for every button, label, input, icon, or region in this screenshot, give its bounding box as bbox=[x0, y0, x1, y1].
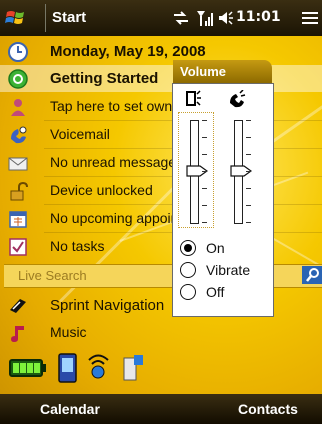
device-volume-icon bbox=[186, 90, 201, 106]
today-screen: Start 11:01 Monday, May 19, 2008 Getting… bbox=[0, 0, 322, 424]
phone-icon[interactable] bbox=[56, 352, 80, 384]
radio-vibrate-circle[interactable] bbox=[180, 262, 196, 278]
live-search-field[interactable]: Live Search bbox=[4, 264, 322, 288]
radio-selected-dot bbox=[184, 244, 192, 252]
wireless-manager-icon[interactable] bbox=[84, 352, 114, 384]
slider-tick bbox=[246, 154, 251, 155]
calendar-softkey[interactable]: Calendar bbox=[40, 401, 100, 417]
radio-vibrate-label: Vibrate bbox=[206, 262, 251, 278]
windows-start-icon[interactable] bbox=[4, 6, 28, 30]
messages-text: No unread messages bbox=[50, 154, 184, 170]
slider-tick bbox=[246, 171, 251, 172]
envelope-icon bbox=[8, 157, 28, 171]
ringer-volume-icon bbox=[230, 90, 246, 108]
calendar-icon bbox=[9, 211, 27, 228]
start-label[interactable]: Start bbox=[52, 9, 86, 26]
contacts-softkey[interactable]: Contacts bbox=[238, 401, 298, 417]
volume-popup-title: Volume bbox=[180, 64, 226, 79]
owner-icon bbox=[11, 99, 25, 116]
today-item-date[interactable]: Monday, May 19, 2008 bbox=[0, 38, 322, 65]
sprint-navigation-label: Sprint Navigation bbox=[50, 297, 165, 314]
battery-icon[interactable] bbox=[8, 352, 48, 384]
padlock-icon bbox=[10, 181, 28, 201]
radio-on-label: On bbox=[206, 240, 225, 256]
tasks-text: No tasks bbox=[50, 238, 105, 254]
slider-tick bbox=[202, 171, 207, 172]
getting-started-text: Getting Started bbox=[50, 70, 159, 87]
slider-tick bbox=[246, 120, 251, 121]
search-button[interactable] bbox=[302, 266, 322, 284]
slider-tick bbox=[246, 205, 251, 206]
connectivity-icon[interactable] bbox=[172, 8, 190, 28]
volume-icon[interactable] bbox=[218, 8, 234, 28]
slider-tick bbox=[202, 137, 207, 138]
tasks-icon bbox=[9, 238, 27, 256]
radio-on-circle[interactable] bbox=[180, 240, 196, 256]
signal-strength-icon[interactable] bbox=[196, 8, 214, 28]
bluetooth-device-icon[interactable] bbox=[120, 352, 146, 384]
slider-tick bbox=[202, 154, 207, 155]
device-lock-text: Device unlocked bbox=[50, 182, 153, 198]
slider-tick bbox=[202, 222, 207, 223]
date-text: Monday, May 19, 2008 bbox=[50, 43, 206, 60]
voicemail-icon bbox=[11, 126, 27, 144]
music-icon bbox=[11, 326, 24, 342]
title-bar: Start 11:01 bbox=[0, 0, 322, 36]
menu-icon[interactable] bbox=[302, 12, 318, 24]
clock[interactable]: 11:01 bbox=[236, 9, 281, 25]
soft-key-bar: Calendar Contacts bbox=[0, 394, 322, 424]
navigation-icon bbox=[10, 299, 26, 313]
search-placeholder: Live Search bbox=[18, 268, 87, 283]
clock-icon bbox=[8, 42, 28, 62]
title-separator bbox=[45, 4, 46, 32]
music-item[interactable]: Music bbox=[0, 319, 322, 346]
slider-tick bbox=[246, 222, 251, 223]
radio-off-label: Off bbox=[206, 284, 225, 300]
slider-tick bbox=[202, 188, 207, 189]
slider-tick bbox=[202, 205, 207, 206]
slider-tick bbox=[246, 137, 251, 138]
voicemail-text: Voicemail bbox=[50, 126, 110, 142]
radio-off-circle[interactable] bbox=[180, 284, 196, 300]
slider-tick bbox=[202, 120, 207, 121]
getting-started-icon bbox=[8, 69, 28, 89]
music-label: Music bbox=[50, 324, 87, 340]
slider-tick bbox=[246, 188, 251, 189]
